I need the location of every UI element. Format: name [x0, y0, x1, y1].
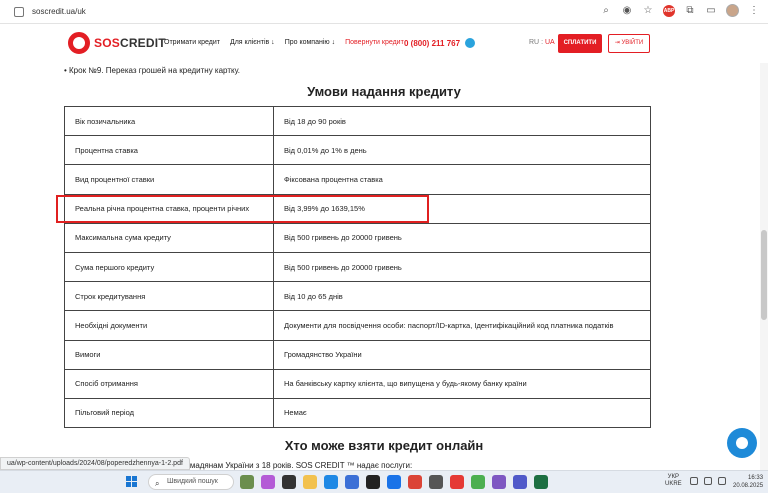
table-cell-key: Необхідні документи — [64, 310, 274, 341]
store-icon[interactable] — [345, 475, 359, 489]
browser-address-bar: soscredit.ua/uk ⌕ ◉ ☆ ABP ⧉ ▭ ⋮ — [0, 0, 768, 24]
table-cell-value: Немає — [273, 397, 651, 429]
language-switcher: RU : UA — [529, 39, 555, 46]
battery-icon[interactable] — [718, 477, 726, 485]
table-cell-key: Спосіб отримання — [64, 368, 274, 399]
table-cell-key: Вік позичальника — [64, 105, 274, 137]
utorrent-icon[interactable] — [471, 475, 485, 489]
section-title-who-can-borrow: Хто може взяти кредит онлайн — [284, 438, 484, 453]
table-row: Пільговий період Немає — [64, 397, 651, 429]
table-row: Строк кредитування Від 10 до 65 днів — [64, 281, 651, 312]
browser-toolbar-icons: ⌕ ◉ ☆ ABP ⧉ ▭ ⋮ — [600, 4, 760, 17]
taskbar-clock[interactable]: 16:33 20.08.2025 — [733, 474, 763, 490]
l-app-icon[interactable] — [366, 475, 380, 489]
chrome-icon[interactable] — [408, 475, 422, 489]
sos-credit-logo[interactable]: SOSCREDIT — [68, 32, 166, 54]
lang-ru[interactable]: RU — [529, 39, 539, 46]
system-tray-icons — [690, 477, 726, 485]
table-cell-key: Вимоги — [64, 339, 274, 370]
table-row: Сума першого кредиту Від 500 гривень до 2… — [64, 251, 651, 283]
excel-icon[interactable] — [534, 475, 548, 489]
nav-about-company[interactable]: Про компанію ↓ — [285, 39, 335, 46]
extension-icon[interactable]: ABP — [663, 4, 675, 17]
viber-icon[interactable] — [492, 475, 506, 489]
logo-wordmark: SOSCREDIT — [94, 36, 166, 50]
volume-icon[interactable] — [704, 477, 712, 485]
phone-number[interactable]: 0 (800) 211 767 — [404, 38, 476, 48]
zoom-icon[interactable]: ⌕ — [600, 5, 612, 17]
split-view-icon[interactable]: ▭ — [705, 5, 717, 17]
chat-widget-button[interactable] — [727, 428, 757, 458]
pay-button[interactable]: СПЛАТИТИ — [558, 34, 602, 53]
main-nav: Отримати кредит Для клієнтів ↓ Про компа… — [164, 39, 404, 46]
credit-terms-table: Вік позичальника Від 18 до 90 років Проце… — [64, 105, 651, 429]
taskbar-search-input[interactable]: ⌕ Швидкий пошук — [148, 474, 234, 490]
table-cell-key: Сума першого кредиту — [64, 251, 274, 283]
windows-start-icon[interactable] — [126, 476, 138, 488]
table-cell-key: Процентна ставка — [64, 135, 274, 166]
table-cell-key: Максимальна сума кредиту — [64, 222, 274, 253]
login-button[interactable]: ⇥ УВІЙТИ — [608, 34, 650, 53]
site-header: SOSCREDIT Отримати кредит Для клієнтів ↓… — [0, 25, 768, 63]
windows-taskbar: ⌕ Швидкий пошук УКР UKRE 16:33 20.08.202… — [0, 470, 768, 493]
step-text: • Крок №9. Переказ грошей на кредитну ка… — [64, 66, 241, 75]
task-view-icon[interactable] — [282, 475, 296, 489]
partial-paragraph: …громадянам України з 18 років. SOS CRED… — [170, 461, 413, 470]
table-row: Вік позичальника Від 18 до 90 років — [64, 105, 651, 137]
copilot-icon[interactable] — [261, 475, 275, 489]
table-row: Процентна ставка Від 0,01% до 1% в день — [64, 135, 651, 166]
table-cell-key: Вид процентної ставки — [64, 164, 274, 195]
link-status-bar: ua/wp-content/uploads/2024/08/poperedzhe… — [0, 457, 190, 470]
table-row: Вимоги Громадянство України — [64, 339, 651, 370]
extensions-puzzle-icon[interactable]: ⧉ — [684, 5, 696, 17]
eye-slash-icon[interactable]: ◉ — [621, 5, 633, 17]
table-cell-value: Від 10 до 65 днів — [273, 281, 651, 312]
table-cell-value: Документи для посвідчення особи: паспорт… — [273, 310, 651, 341]
menu-kebab-icon[interactable]: ⋮ — [748, 5, 760, 17]
dropbox-icon[interactable] — [387, 475, 401, 489]
table-row: Вид процентної ставки Фіксована процентна… — [64, 164, 651, 195]
url-text[interactable]: soscredit.ua/uk — [32, 7, 86, 16]
table-row: Спосіб отримання На банківську картку клі… — [64, 368, 651, 399]
wifi-icon[interactable] — [690, 477, 698, 485]
teams-icon[interactable] — [513, 475, 527, 489]
table-row: Максимальна сума кредиту Від 500 гривень … — [64, 222, 651, 253]
input-language[interactable]: УКР UKRE — [665, 474, 682, 488]
taskbar-apps — [240, 475, 548, 489]
opera-icon[interactable] — [450, 475, 464, 489]
table-cell-value: Від 500 гривень до 20000 гривень — [273, 251, 651, 283]
search-icon: ⌕ — [155, 479, 160, 488]
file-explorer-icon[interactable] — [303, 475, 317, 489]
edge-icon[interactable] — [324, 475, 338, 489]
lifebuoy-icon — [68, 32, 90, 54]
telegram-icon[interactable] — [465, 38, 476, 48]
table-cell-value: Від 0,01% до 1% в день — [273, 135, 651, 166]
table-cell-value: Від 500 гривень до 20000 гривень — [273, 222, 651, 253]
nav-for-clients[interactable]: Для клієнтів ↓ — [230, 39, 275, 46]
table-cell-key: Пільговий період — [64, 397, 274, 429]
star-icon[interactable]: ☆ — [642, 5, 654, 17]
section-title-conditions: Умови надання кредиту — [307, 84, 461, 99]
highlight-annotation-box — [56, 195, 429, 223]
table-cell-value: Фіксована процентна ставка — [273, 164, 651, 195]
lang-ua[interactable]: UA — [545, 39, 555, 46]
site-info-icon[interactable] — [14, 6, 24, 17]
profile-avatar[interactable] — [726, 4, 739, 17]
nav-repay-credit[interactable]: Повернути кредит — [345, 39, 404, 46]
table-cell-value: На банківську картку клієнта, що випущен… — [273, 368, 651, 399]
nav-get-credit[interactable]: Отримати кредит — [164, 39, 220, 46]
app-icon[interactable] — [429, 475, 443, 489]
table-row: Необхідні документи Документи для посвідч… — [64, 310, 651, 341]
table-cell-key: Строк кредитування — [64, 281, 274, 312]
widgets-icon[interactable] — [240, 475, 254, 489]
table-cell-value: Громадянство України — [273, 339, 651, 370]
scrollbar-thumb[interactable] — [761, 230, 767, 320]
table-cell-value: Від 18 до 90 років — [273, 105, 651, 137]
